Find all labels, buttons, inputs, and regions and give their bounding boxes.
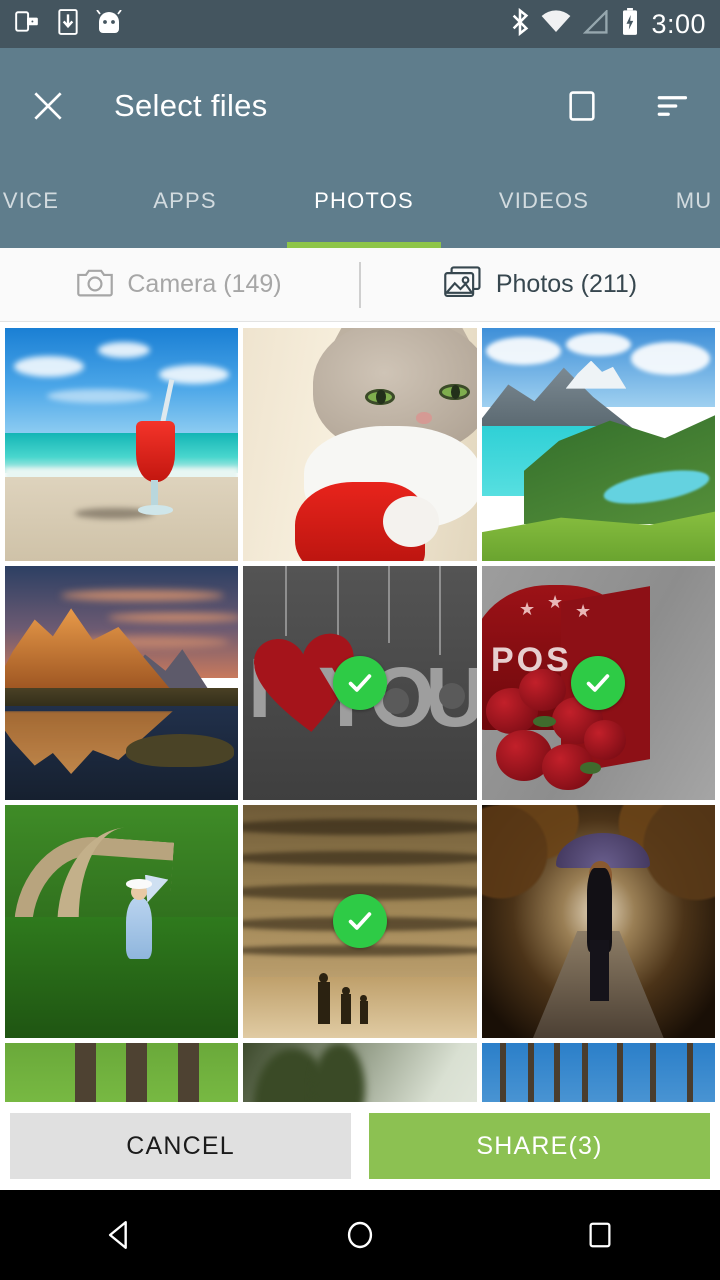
status-bar-left-icons [14, 8, 122, 40]
share-button[interactable]: SHARE(3) [369, 1113, 710, 1179]
status-bar-right-icons: 3:00 [511, 7, 706, 41]
photo-thumb[interactable] [243, 1042, 477, 1102]
photo-thumb[interactable] [481, 804, 715, 1038]
tab-device[interactable]: VICE [0, 188, 96, 248]
tab-apps[interactable]: APPS [96, 188, 274, 248]
tab-videos[interactable]: VIDEOS [454, 188, 634, 248]
screenshot-icon [14, 9, 40, 40]
photo-grid-scroll[interactable]: I Y O U [0, 322, 720, 1102]
photo-thumb[interactable] [5, 804, 239, 1038]
green-field-boardwalk-image [5, 804, 239, 1038]
tab-music-label: MU [675, 188, 713, 213]
page-title: Select files [114, 87, 268, 123]
status-bar-clock: 3:00 [651, 8, 706, 39]
source-selector: Camera (149) Photos (211) [0, 248, 720, 322]
photo-stack-icon [444, 266, 482, 303]
photo-thumb[interactable] [5, 328, 239, 562]
tab-videos-label: VIDEOS [498, 188, 590, 213]
photo-thumb[interactable] [243, 804, 477, 1038]
photo-thumb[interactable]: I Y O U [243, 566, 477, 800]
bare-trees-blue-sky-image [481, 1042, 715, 1102]
photo-thumb[interactable]: ★ ★ ★ POS [481, 566, 715, 800]
download-icon [58, 8, 78, 40]
autumn-tunnel-umbrella-image [481, 804, 715, 1038]
beach-cocktail-image [5, 328, 239, 562]
tab-photos[interactable]: PHOTOS [274, 188, 454, 248]
tab-device-label: VICE [2, 188, 60, 213]
toolbar-top-row: Select files [0, 48, 720, 163]
sort-icon[interactable] [650, 84, 694, 128]
selected-check-icon [571, 655, 626, 710]
photo-thumb[interactable] [481, 1042, 715, 1102]
app-toolbar: Select files VICE APPS PHOTOS VIDEOS MU [0, 48, 720, 248]
action-bar: CANCEL SHARE(3) [0, 1102, 720, 1190]
source-photos[interactable]: Photos (211) [361, 248, 720, 321]
select-all-square-icon[interactable] [560, 84, 604, 128]
recents-square-icon[interactable] [555, 1190, 645, 1280]
lake-green-mountains-image [481, 328, 715, 562]
bluetooth-icon [511, 7, 529, 41]
system-nav-bar [0, 1190, 720, 1280]
home-circle-icon[interactable] [315, 1190, 405, 1280]
cat-santa-hat-image [243, 328, 477, 562]
photo-thumb[interactable] [5, 566, 239, 800]
close-icon[interactable] [26, 84, 70, 128]
source-camera-label: Camera (149) [127, 270, 282, 298]
source-photos-label: Photos (211) [495, 270, 638, 298]
photo-thumb[interactable] [481, 328, 715, 562]
camera-icon [77, 267, 114, 302]
source-camera[interactable]: Camera (149) [0, 248, 359, 321]
tab-music[interactable]: MU [634, 188, 720, 248]
photo-grid: I Y O U [0, 322, 720, 1102]
tab-apps-label: APPS [153, 188, 217, 213]
photo-thumb[interactable] [5, 1042, 239, 1102]
yellow-flower-hand-image [243, 1042, 477, 1102]
photo-thumb[interactable] [243, 328, 477, 562]
selected-check-icon [332, 894, 387, 949]
selected-check-icon [332, 655, 387, 710]
toolbar-actions [560, 84, 694, 128]
battery-charging-icon [621, 7, 639, 41]
android-head-icon [96, 8, 122, 39]
category-tabs: VICE APPS PHOTOS VIDEOS MU [0, 163, 720, 248]
grass-trees-image [5, 1042, 239, 1102]
cancel-button[interactable]: CANCEL [10, 1113, 351, 1179]
back-triangle-icon[interactable] [75, 1190, 165, 1280]
cell-signal-icon [583, 8, 609, 39]
tab-photos-label: PHOTOS [314, 188, 414, 213]
wifi-icon [541, 9, 571, 39]
app-screen: 3:00 Select files VICE APPS PHOTOS VIDEO… [0, 0, 720, 1280]
status-bar: 3:00 [0, 0, 720, 48]
orange-mountain-reflection-image [5, 566, 239, 800]
